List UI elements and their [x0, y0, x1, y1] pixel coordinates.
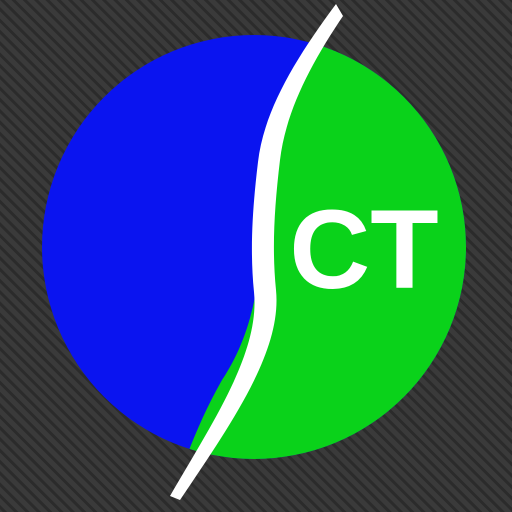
- logo-text-ct: CT: [289, 187, 438, 312]
- ct-logo-graphic: CT: [0, 0, 512, 512]
- app-icon: CT: [0, 0, 512, 512]
